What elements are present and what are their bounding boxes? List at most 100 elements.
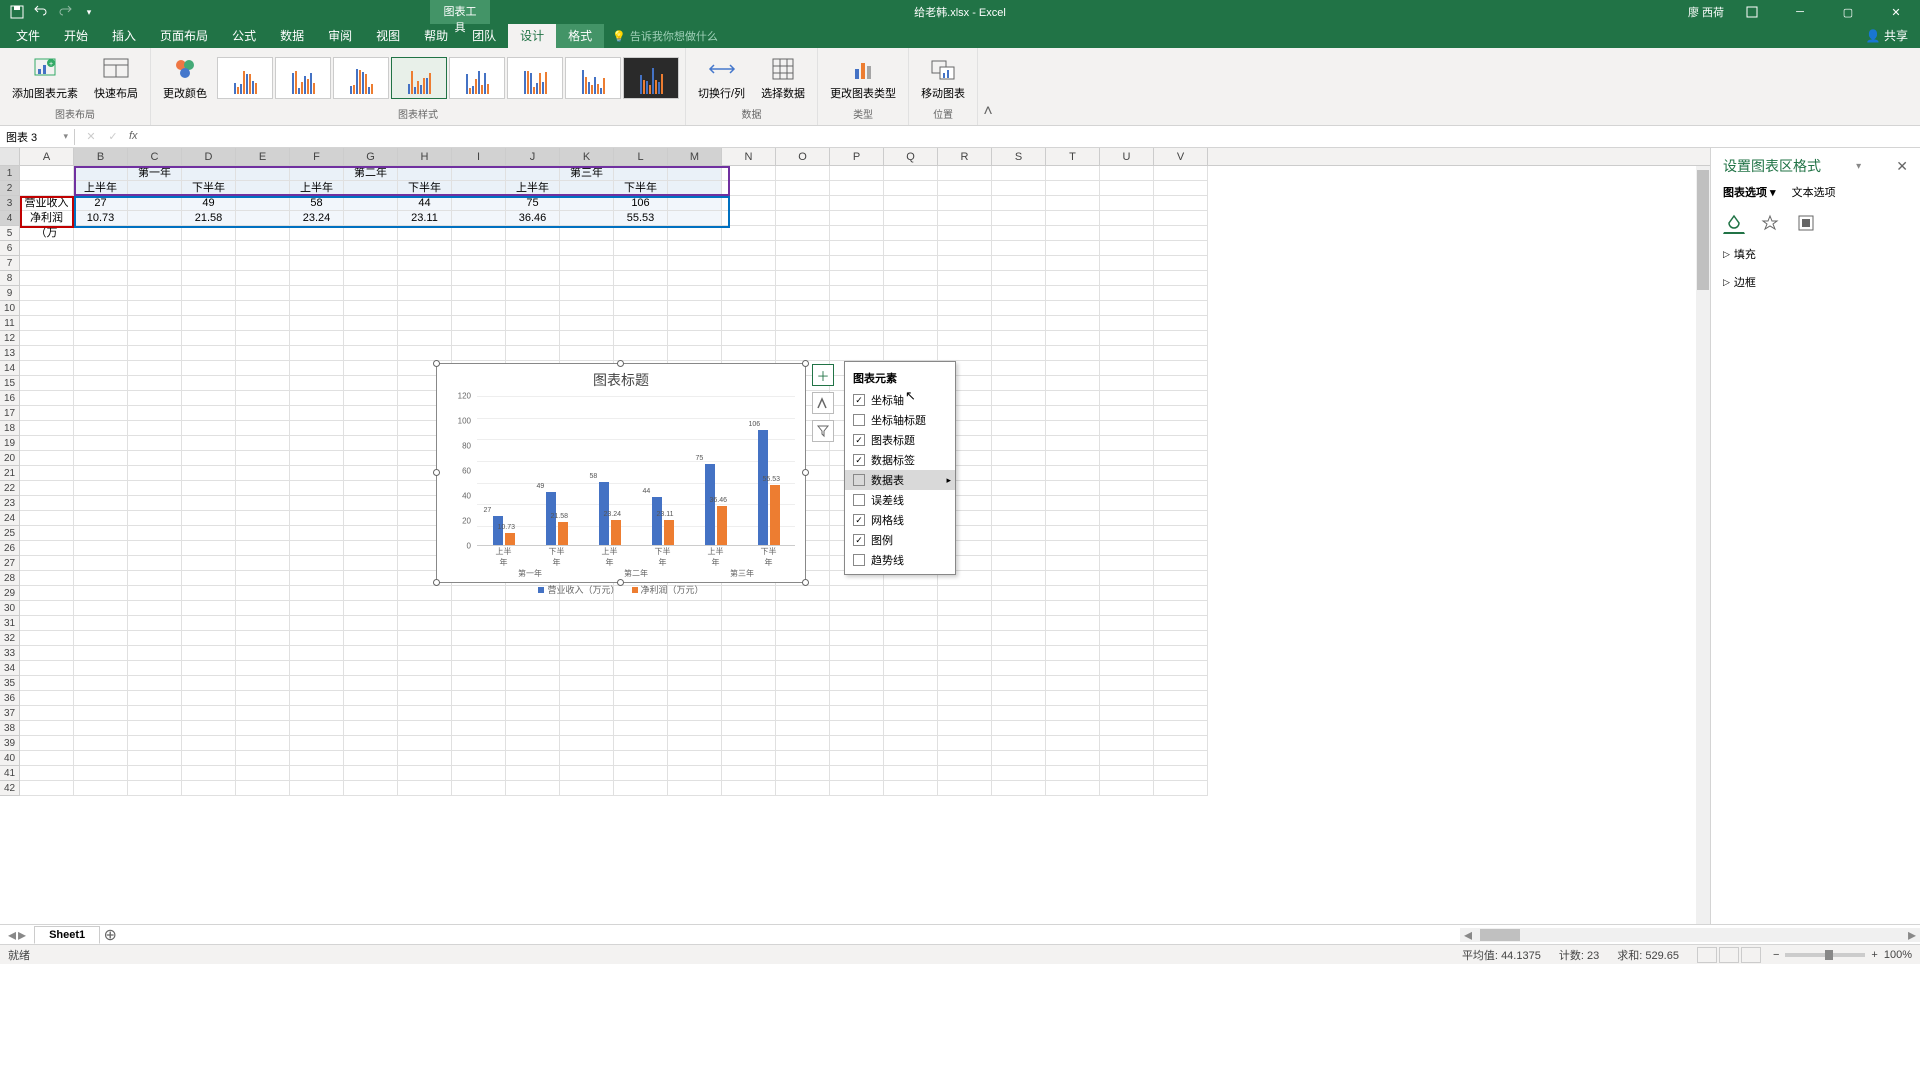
chart-style-thumb-4[interactable] <box>391 57 447 99</box>
cell[interactable] <box>128 481 182 496</box>
chart-element-option[interactable]: ✓坐标轴 <box>845 390 955 410</box>
close-icon[interactable]: ✕ <box>1876 0 1916 24</box>
row-header-1[interactable]: 1 <box>0 166 20 181</box>
cell[interactable] <box>1154 451 1208 466</box>
cell[interactable] <box>236 721 290 736</box>
cell[interactable] <box>668 256 722 271</box>
cell[interactable] <box>128 346 182 361</box>
cell[interactable] <box>722 316 776 331</box>
cell[interactable] <box>344 541 398 556</box>
cell[interactable] <box>830 316 884 331</box>
cell[interactable]: 23.24 <box>290 211 344 226</box>
cell[interactable] <box>938 766 992 781</box>
cell[interactable] <box>128 241 182 256</box>
cell[interactable] <box>344 331 398 346</box>
cell[interactable] <box>1046 331 1100 346</box>
cell[interactable] <box>344 271 398 286</box>
cell[interactable] <box>668 751 722 766</box>
cell[interactable] <box>20 751 74 766</box>
cell[interactable] <box>992 466 1046 481</box>
cell[interactable] <box>20 526 74 541</box>
cell[interactable] <box>1100 436 1154 451</box>
cell[interactable] <box>20 346 74 361</box>
cell[interactable] <box>1100 256 1154 271</box>
cell[interactable] <box>560 736 614 751</box>
cell[interactable] <box>776 196 830 211</box>
cell[interactable] <box>1046 751 1100 766</box>
zoom-in-icon[interactable]: + <box>1871 949 1877 961</box>
cell[interactable] <box>884 301 938 316</box>
cell[interactable] <box>344 646 398 661</box>
cell[interactable] <box>722 256 776 271</box>
cell[interactable] <box>452 301 506 316</box>
cell[interactable] <box>74 286 128 301</box>
cell[interactable] <box>830 646 884 661</box>
normal-view-icon[interactable] <box>1697 947 1717 963</box>
cell[interactable] <box>884 346 938 361</box>
cell[interactable] <box>74 706 128 721</box>
cell[interactable] <box>344 706 398 721</box>
cell[interactable] <box>992 181 1046 196</box>
cell[interactable] <box>938 316 992 331</box>
cell[interactable] <box>560 211 614 226</box>
cell[interactable] <box>74 541 128 556</box>
cell[interactable] <box>830 271 884 286</box>
cell[interactable] <box>128 751 182 766</box>
zoom-slider[interactable] <box>1785 953 1865 957</box>
cell[interactable] <box>236 496 290 511</box>
cell[interactable] <box>992 211 1046 226</box>
cell[interactable] <box>560 661 614 676</box>
share-button[interactable]: 👤 共享 <box>1854 23 1920 48</box>
cell[interactable] <box>668 616 722 631</box>
cell[interactable] <box>128 376 182 391</box>
cell[interactable] <box>236 436 290 451</box>
cell[interactable] <box>722 661 776 676</box>
cell[interactable]: 净利润（万 <box>20 211 74 226</box>
fx-icon[interactable]: fx <box>125 130 142 143</box>
qat-dropdown-icon[interactable]: ▾ <box>80 3 98 21</box>
cell[interactable] <box>398 256 452 271</box>
chart-element-option[interactable]: 误差线 <box>845 490 955 510</box>
cell[interactable] <box>182 556 236 571</box>
cell[interactable] <box>452 196 506 211</box>
cell[interactable] <box>74 451 128 466</box>
cell[interactable] <box>992 316 1046 331</box>
cell[interactable] <box>236 301 290 316</box>
cell[interactable] <box>128 631 182 646</box>
cell[interactable] <box>614 751 668 766</box>
cell[interactable] <box>668 631 722 646</box>
cell[interactable] <box>722 631 776 646</box>
row-header-33[interactable]: 33 <box>0 646 20 661</box>
cell[interactable] <box>830 706 884 721</box>
cell[interactable] <box>20 691 74 706</box>
sheet-nav-prev-icon[interactable]: ◂ <box>8 925 16 945</box>
cell[interactable] <box>1100 556 1154 571</box>
cell[interactable] <box>344 451 398 466</box>
cell[interactable] <box>344 406 398 421</box>
cell[interactable] <box>938 241 992 256</box>
cell[interactable] <box>344 241 398 256</box>
row-header-19[interactable]: 19 <box>0 436 20 451</box>
cell[interactable] <box>236 556 290 571</box>
pane-tab-text-options[interactable]: 文本选项 <box>1792 184 1836 202</box>
cell[interactable] <box>668 766 722 781</box>
cell[interactable] <box>722 691 776 706</box>
cell[interactable] <box>1046 211 1100 226</box>
cell[interactable] <box>1046 391 1100 406</box>
cell[interactable] <box>344 691 398 706</box>
cell[interactable] <box>722 706 776 721</box>
row-header-20[interactable]: 20 <box>0 451 20 466</box>
chart-filters-button[interactable] <box>812 420 834 442</box>
cell[interactable] <box>1154 466 1208 481</box>
row-header-24[interactable]: 24 <box>0 511 20 526</box>
row-header-16[interactable]: 16 <box>0 391 20 406</box>
row-header-4[interactable]: 4 <box>0 211 20 226</box>
cell[interactable] <box>722 331 776 346</box>
cell[interactable]: 下半年 <box>182 181 236 196</box>
cell[interactable] <box>884 211 938 226</box>
cell[interactable] <box>398 226 452 241</box>
cell[interactable] <box>1046 631 1100 646</box>
cell[interactable] <box>74 271 128 286</box>
cell[interactable] <box>614 166 668 181</box>
cell[interactable] <box>830 751 884 766</box>
